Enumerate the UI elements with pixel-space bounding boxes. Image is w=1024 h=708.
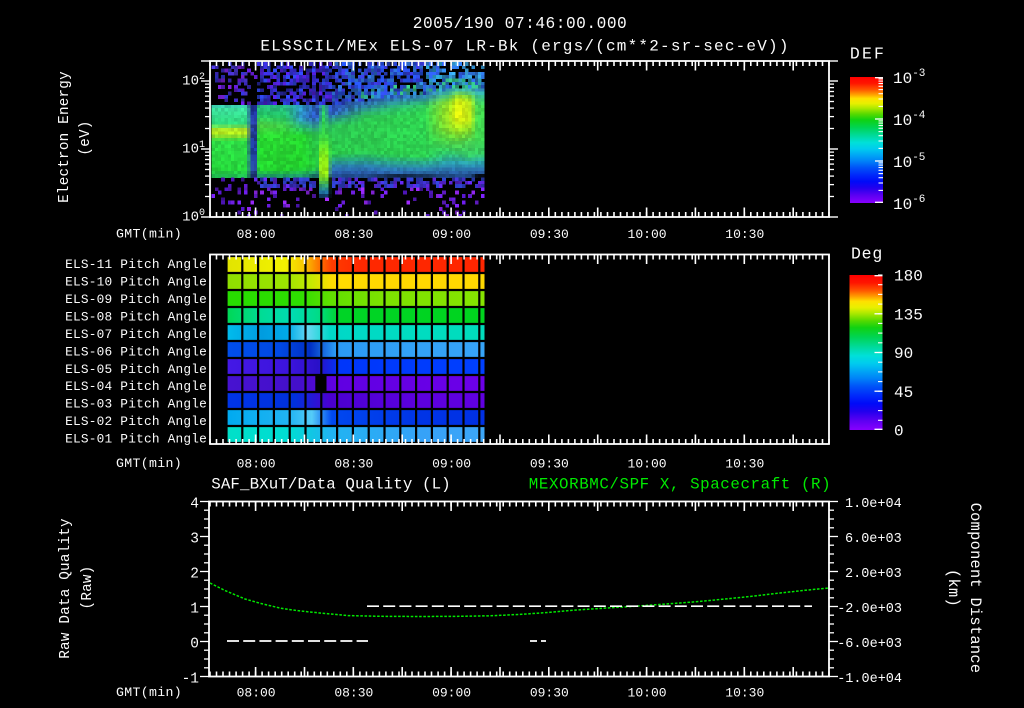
svg-text:ELS-08 Pitch Angle: ELS-08 Pitch Angle bbox=[65, 309, 207, 324]
svg-text:08:00: 08:00 bbox=[237, 227, 276, 242]
svg-text:DEF: DEF bbox=[850, 44, 886, 63]
svg-text:GMT(min): GMT(min) bbox=[116, 226, 182, 241]
svg-text:ELS-05 Pitch Angle: ELS-05 Pitch Angle bbox=[65, 362, 207, 377]
svg-text:10:30: 10:30 bbox=[725, 456, 764, 471]
svg-text:0: 0 bbox=[190, 636, 199, 652]
svg-text:-6.0e+03: -6.0e+03 bbox=[837, 637, 902, 652]
svg-text:1.0e+04: 1.0e+04 bbox=[845, 497, 902, 512]
svg-text:45: 45 bbox=[894, 384, 913, 402]
svg-text:ELS-09 Pitch Angle: ELS-09 Pitch Angle bbox=[65, 292, 207, 307]
svg-text:09:00: 09:00 bbox=[432, 685, 471, 700]
svg-text:08:30: 08:30 bbox=[334, 456, 373, 471]
svg-text:10:00: 10:00 bbox=[628, 456, 667, 471]
svg-text:ELS-06 Pitch Angle: ELS-06 Pitch Angle bbox=[65, 344, 207, 359]
svg-text:Raw Data Quality: Raw Data Quality bbox=[58, 518, 74, 659]
svg-text:180: 180 bbox=[894, 268, 923, 286]
svg-text:ELS-11 Pitch Angle: ELS-11 Pitch Angle bbox=[65, 257, 207, 272]
svg-text:2005/190 07:46:00.000: 2005/190 07:46:00.000 bbox=[413, 15, 628, 33]
svg-text:2: 2 bbox=[190, 566, 199, 582]
svg-text:ELS-02 Pitch Angle: ELS-02 Pitch Angle bbox=[65, 414, 207, 429]
svg-text:ELS-01 Pitch Angle: ELS-01 Pitch Angle bbox=[65, 432, 207, 447]
svg-text:2.0e+03: 2.0e+03 bbox=[845, 567, 902, 582]
svg-text:90: 90 bbox=[894, 345, 913, 363]
svg-text:09:30: 09:30 bbox=[530, 456, 569, 471]
svg-text:08:00: 08:00 bbox=[237, 456, 276, 471]
svg-text:10:00: 10:00 bbox=[628, 227, 667, 242]
svg-text:GMT(min): GMT(min) bbox=[116, 456, 182, 471]
svg-text:08:30: 08:30 bbox=[334, 227, 373, 242]
svg-text:SAF_BXuT/Data Quality (L): SAF_BXuT/Data Quality (L) bbox=[211, 476, 451, 494]
svg-text:09:00: 09:00 bbox=[432, 227, 471, 242]
svg-text:08:00: 08:00 bbox=[237, 685, 276, 700]
svg-text:10:30: 10:30 bbox=[725, 227, 764, 242]
svg-text:4: 4 bbox=[190, 496, 199, 512]
svg-text:ELS-04 Pitch Angle: ELS-04 Pitch Angle bbox=[65, 379, 207, 394]
svg-text:10:30: 10:30 bbox=[725, 685, 764, 700]
svg-text:ELS-10 Pitch Angle: ELS-10 Pitch Angle bbox=[65, 275, 207, 290]
svg-text:Component Distance: Component Distance bbox=[966, 503, 984, 674]
svg-text:GMT(min): GMT(min) bbox=[116, 685, 182, 700]
svg-text:3: 3 bbox=[190, 531, 199, 547]
svg-text:-1: -1 bbox=[182, 671, 199, 687]
svg-text:6.0e+03: 6.0e+03 bbox=[845, 532, 902, 547]
svg-text:09:00: 09:00 bbox=[432, 456, 471, 471]
svg-text:(km): (km) bbox=[944, 569, 962, 607]
svg-text:09:30: 09:30 bbox=[530, 227, 569, 242]
svg-text:ELSSCIL/MEx ELS-07 LR-Bk (erg: ELSSCIL/MEx ELS-07 LR-Bk (ergs/(cm**2-sr… bbox=[260, 38, 789, 56]
svg-text:1: 1 bbox=[190, 601, 199, 617]
svg-text:10:00: 10:00 bbox=[628, 685, 667, 700]
svg-text:09:30: 09:30 bbox=[530, 685, 569, 700]
svg-text:ELS-03 Pitch Angle: ELS-03 Pitch Angle bbox=[65, 397, 207, 412]
svg-text:Deg: Deg bbox=[851, 244, 883, 263]
svg-text:08:30: 08:30 bbox=[334, 685, 373, 700]
svg-text:ELS-07 Pitch Angle: ELS-07 Pitch Angle bbox=[65, 327, 207, 342]
svg-text:(Raw): (Raw) bbox=[80, 566, 96, 610]
svg-text:MEXORBMC/SPF X, Spacecraft (R): MEXORBMC/SPF X, Spacecraft (R) bbox=[529, 476, 831, 494]
svg-text:-1.0e+04: -1.0e+04 bbox=[837, 672, 902, 687]
svg-text:-2.0e+03: -2.0e+03 bbox=[837, 602, 902, 617]
svg-text:(eV): (eV) bbox=[78, 120, 94, 155]
svg-text:Electron Energy: Electron Energy bbox=[57, 71, 73, 203]
svg-text:135: 135 bbox=[894, 306, 923, 324]
svg-text:0: 0 bbox=[894, 423, 904, 441]
